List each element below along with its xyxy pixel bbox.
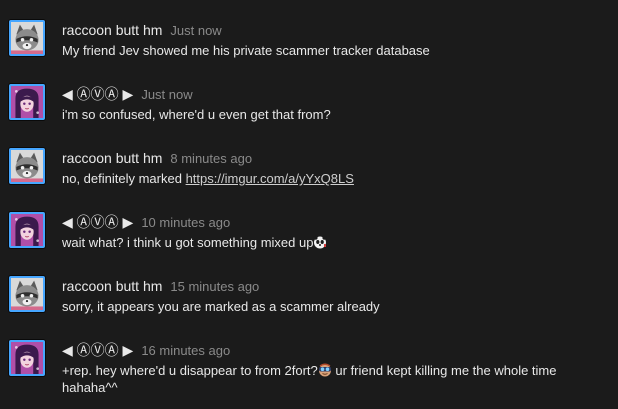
comment-text-body: +rep. hey where'd u disappear to from 2f… [62,363,318,378]
comment-feed: raccoon butt hm Just now My friend Jev s… [0,0,618,409]
comment-text: My friend Jev showed me his private scam… [62,42,610,59]
comment-header: ◀ ⒶⓋⒶ ▶ Just now [62,84,193,104]
comment-item: ◀ ⒶⓋⒶ ▶ 10 minutes ago wait what? i thin… [0,212,618,276]
comment-header: raccoon butt hm Just now [62,20,222,40]
comment-text: wait what? i think u got something mixed… [62,234,610,251]
timestamp: 15 minutes ago [170,279,260,294]
panda-emote-icon [313,235,327,249]
comment-item: raccoon butt hm 15 minutes ago sorry, it… [0,276,618,340]
timestamp: 16 minutes ago [141,343,231,358]
timestamp: Just now [170,23,222,38]
author-name[interactable]: ◀ ⒶⓋⒶ ▶ [62,212,133,232]
comment-item: ◀ ⒶⓋⒶ ▶ Just now i'm so confused, where'… [0,84,618,148]
comment-text-body: sorry, it appears you are marked as a sc… [62,299,380,314]
comment-text-body: My friend Jev showed me his private scam… [62,43,430,58]
comment-text-body: wait what? i think u got something mixed… [62,235,314,250]
comment-header: ◀ ⒶⓋⒶ ▶ 10 minutes ago [62,212,230,232]
comment-text: sorry, it appears you are marked as a sc… [62,298,610,315]
raccoon-avatar-icon[interactable] [9,276,45,312]
comment-text-body: i'm so confused, where'd u even get that… [62,107,331,122]
author-name[interactable]: ◀ ⒶⓋⒶ ▶ [62,340,133,360]
comment-item: raccoon butt hm Just now My friend Jev s… [0,20,618,84]
timestamp: Just now [141,87,193,102]
comment-item: raccoon butt hm 8 minutes ago no, defini… [0,148,618,212]
comment-header: raccoon butt hm 15 minutes ago [62,276,259,296]
author-name[interactable]: raccoon butt hm [62,20,162,40]
comment-text: i'm so confused, where'd u even get that… [62,106,610,123]
comment-text-body: no, definitely marked [62,171,186,186]
purple-hair-girl-avatar-icon[interactable] [9,340,45,376]
comment-text: no, definitely marked https://imgur.com/… [62,170,610,187]
imgur-link[interactable]: https://imgur.com/a/yYxQ8LS [186,171,354,186]
timestamp: 8 minutes ago [170,151,253,166]
author-name[interactable]: raccoon butt hm [62,148,162,168]
goggles-emote-icon [318,363,332,377]
comment-item: ◀ ⒶⓋⒶ ▶ 16 minutes ago +rep. hey where'd… [0,340,618,406]
comment-header: raccoon butt hm 8 minutes ago [62,148,252,168]
raccoon-avatar-icon[interactable] [9,20,45,56]
author-name[interactable]: raccoon butt hm [62,276,162,296]
comment-text: +rep. hey where'd u disappear to from 2f… [62,362,610,396]
raccoon-avatar-icon[interactable] [9,148,45,184]
purple-hair-girl-avatar-icon[interactable] [9,84,45,120]
timestamp: 10 minutes ago [141,215,231,230]
author-name[interactable]: ◀ ⒶⓋⒶ ▶ [62,84,133,104]
comment-header: ◀ ⒶⓋⒶ ▶ 16 minutes ago [62,340,230,360]
purple-hair-girl-avatar-icon[interactable] [9,212,45,248]
